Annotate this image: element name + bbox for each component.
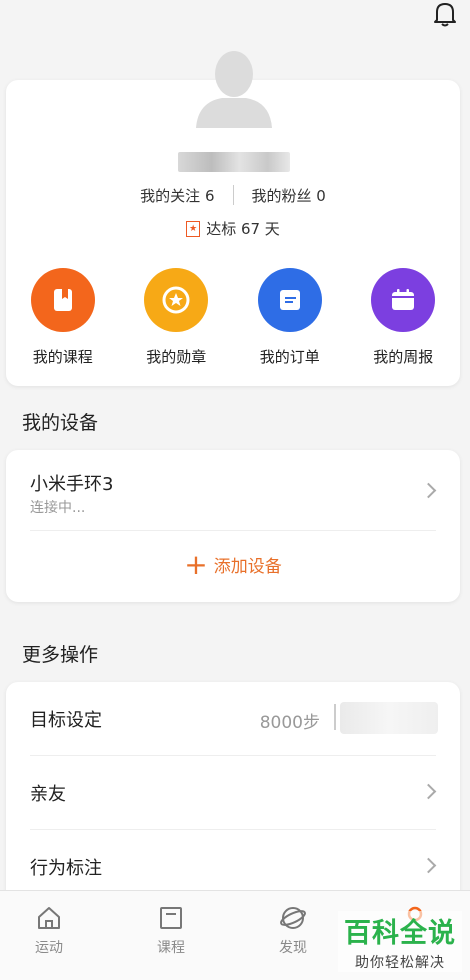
medal-icon (144, 268, 209, 332)
shortcut-my-courses[interactable]: 我的课程 (13, 268, 113, 367)
stats-divider (232, 185, 234, 205)
chevron-right-icon (420, 857, 437, 874)
plus-icon: + (184, 547, 208, 581)
devices-section-title: 我的设备 (22, 412, 99, 434)
goal-setting-row[interactable]: 目标设定 8000步 (6, 682, 460, 756)
more-section-title: 更多操作 (22, 644, 99, 666)
fans-link[interactable]: 我的粉丝 0 (252, 185, 326, 206)
username-redacted (178, 152, 290, 172)
order-icon (257, 268, 322, 332)
follow-stats: 我的关注 6 我的粉丝 0 (6, 184, 460, 206)
watermark-logo: 百科全说 助你轻松解决 (338, 911, 462, 972)
add-device-button[interactable]: + 添加设备 (6, 547, 460, 581)
home-icon (38, 907, 60, 929)
more-ops-card: 目标设定 8000步 亲友 行为标注 (6, 682, 460, 922)
chevron-right-icon (420, 482, 437, 499)
streak-badge: ★ 达标 67 天 (6, 218, 460, 239)
bell-icon[interactable] (430, 0, 460, 28)
bookmark-icon (30, 268, 95, 332)
devices-card: 小米手环3 连接中... + 添加设备 (6, 450, 460, 602)
shortcut-grid: 我的课程 我的勋章 我的订单 我的周报 (6, 268, 460, 367)
redacted-area (340, 702, 438, 734)
tab-courses[interactable]: 课程 (141, 905, 201, 957)
following-link[interactable]: 我的关注 6 (140, 185, 214, 206)
tab-discover[interactable]: 发现 (263, 905, 323, 957)
shortcut-my-medals[interactable]: 我的勋章 (126, 268, 226, 367)
shortcut-weekly-report[interactable]: 我的周报 (353, 268, 453, 367)
shortcut-my-orders[interactable]: 我的订单 (240, 268, 340, 367)
divider (30, 530, 436, 531)
report-icon (371, 268, 436, 332)
tab-workout[interactable]: 运动 (19, 905, 79, 957)
discover-icon (280, 907, 306, 929)
streak-text: 达标 67 天 (206, 220, 280, 238)
flag-icon: ★ (186, 220, 201, 237)
value-divider (334, 704, 336, 730)
profile-card: 我的关注 6 我的粉丝 0 ★ 达标 67 天 我的课程 我的勋章 我的订单 我… (6, 51, 460, 386)
device-status: 连接中... (30, 500, 86, 516)
device-name: 小米手环3 (30, 474, 114, 495)
avatar[interactable] (192, 44, 276, 128)
course-icon (160, 907, 182, 929)
friends-row[interactable]: 亲友 (6, 756, 460, 830)
goal-value: 8000步 (259, 713, 320, 733)
chevron-right-icon (420, 783, 437, 800)
